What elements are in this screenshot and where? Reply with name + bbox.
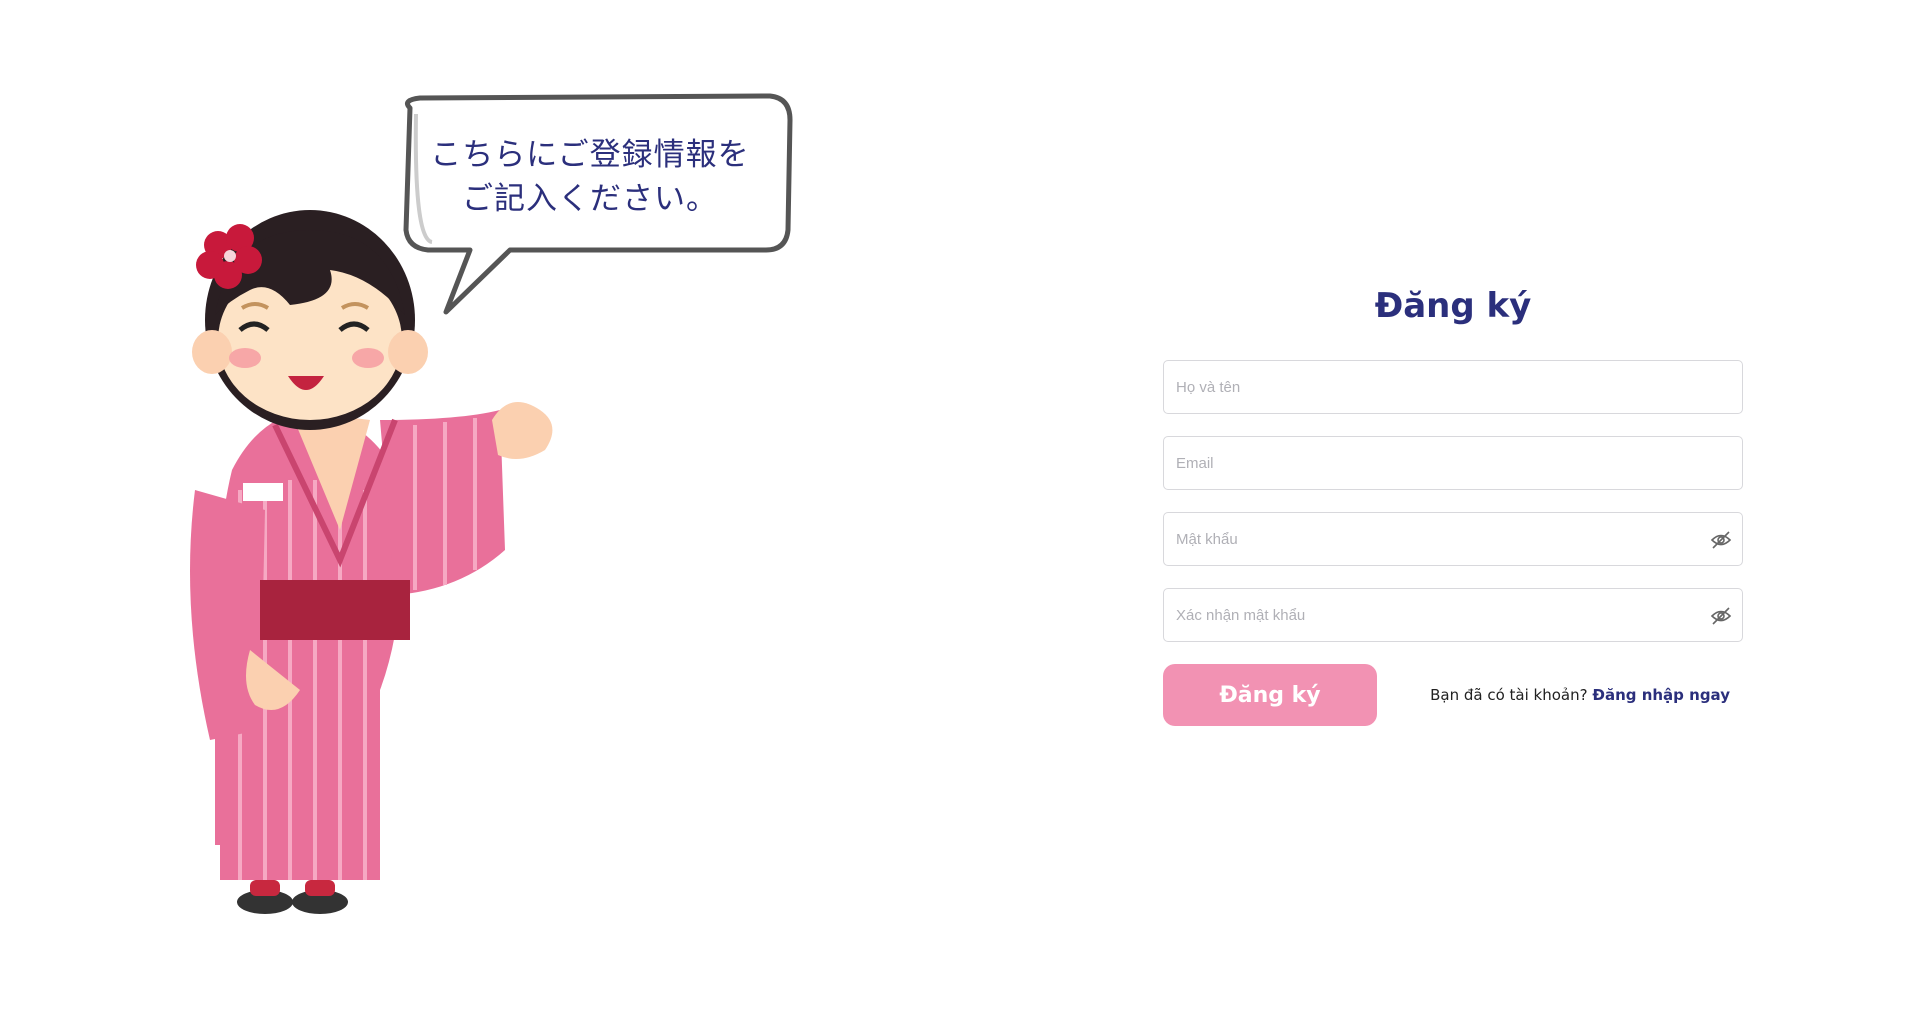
speech-bubble-text: こちらにご登録情報を ご記入ください。 (420, 133, 760, 221)
eye-slash-icon[interactable] (1710, 606, 1732, 626)
login-hint: Bạn đã có tài khoản? Đăng nhập ngay (1430, 686, 1730, 704)
confirm-password-field[interactable] (1163, 588, 1743, 642)
login-prompt: Bạn đã có tài khoản? (1430, 686, 1588, 704)
password-field[interactable] (1163, 512, 1743, 566)
register-form: Đăng ký Đăng ký Bạn đã có tài khoản? Đăn… (1163, 260, 1743, 726)
fullname-input[interactable] (1164, 361, 1742, 413)
eye-slash-icon[interactable] (1710, 530, 1732, 550)
register-button[interactable]: Đăng ký (1163, 664, 1377, 726)
email-input[interactable] (1164, 437, 1742, 489)
email-field[interactable] (1163, 436, 1743, 490)
password-input[interactable] (1164, 513, 1742, 565)
form-actions: Đăng ký Bạn đã có tài khoản? Đăng nhập n… (1163, 664, 1743, 726)
confirm-password-input[interactable] (1164, 589, 1742, 641)
fullname-field[interactable] (1163, 360, 1743, 414)
speech-bubble-line-2: ご記入ください。 (462, 181, 718, 217)
form-title: Đăng ký (1374, 286, 1532, 326)
login-link[interactable]: Đăng nhập ngay (1592, 686, 1730, 704)
speech-bubble-line-1: こちらにご登録情報を (430, 137, 750, 173)
